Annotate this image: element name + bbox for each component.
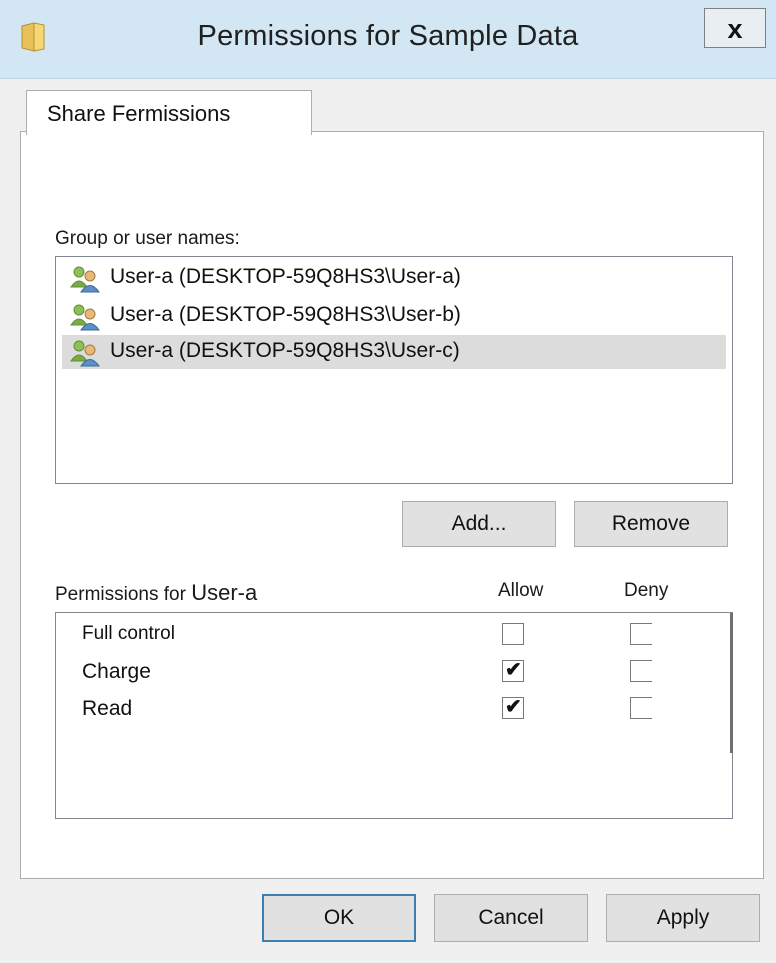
apply-button[interactable]: Apply bbox=[606, 894, 760, 942]
permissions-scrollbar[interactable] bbox=[730, 613, 733, 753]
deny-change-checkbox[interactable] bbox=[630, 660, 652, 682]
remove-button[interactable]: Remove bbox=[574, 501, 728, 547]
users-icon bbox=[68, 265, 104, 293]
deny-read-checkbox[interactable] bbox=[630, 697, 652, 719]
permission-name: Full control bbox=[82, 623, 175, 644]
tab-label: Share Fermissions bbox=[47, 101, 231, 126]
permission-name: Read bbox=[82, 697, 133, 720]
close-button[interactable]: x bbox=[704, 8, 766, 48]
add-button[interactable]: Add... bbox=[402, 501, 556, 547]
permissions-dialog: Permissions for Sample Data x Share Ferm… bbox=[0, 0, 776, 963]
allow-full-control-checkbox[interactable] bbox=[502, 623, 524, 645]
deny-full-control-checkbox[interactable] bbox=[630, 623, 652, 645]
cancel-button[interactable]: Cancel bbox=[434, 894, 588, 942]
list-item[interactable]: User-a (DESKTOP-59Q8HS3\User-b) bbox=[62, 299, 726, 333]
allow-change-checkbox[interactable]: ✔ bbox=[502, 659, 524, 682]
list-item[interactable]: User-a (DESKTOP-59Q8HS3\User-a) bbox=[62, 261, 726, 295]
users-icon bbox=[68, 339, 104, 367]
checkmark-icon: ✔ bbox=[505, 659, 522, 681]
title-bar: Permissions for Sample Data x bbox=[0, 0, 776, 79]
permissions-user: User-a bbox=[191, 580, 258, 605]
allow-read-checkbox[interactable]: ✔ bbox=[502, 696, 524, 719]
user-name: User-a (DESKTOP-59Q8HS3\User-c) bbox=[110, 339, 460, 362]
user-name: User-a (DESKTOP-59Q8HS3\User-b) bbox=[110, 303, 461, 326]
window-title: Permissions for Sample Data bbox=[197, 20, 579, 52]
permissions-for-label: Permissions for User-a bbox=[55, 580, 257, 606]
deny-header: Deny bbox=[624, 580, 669, 601]
checkmark-icon: ✔ bbox=[505, 696, 522, 718]
users-icon bbox=[68, 303, 104, 331]
permission-name: Charge bbox=[82, 660, 151, 683]
group-or-user-names-label: Group or user names: bbox=[55, 228, 240, 249]
allow-header: Allow bbox=[498, 580, 544, 601]
permissions-list: Full control Charge ✔ Read ✔ bbox=[55, 612, 733, 819]
user-name: User-a (DESKTOP-59Q8HS3\User-a) bbox=[110, 265, 461, 288]
permissions-for-prefix: Permissions for bbox=[55, 584, 186, 605]
list-item-selected[interactable]: User-a (DESKTOP-59Q8HS3\User-c) bbox=[62, 335, 726, 369]
ok-button[interactable]: OK bbox=[262, 894, 416, 942]
tab-share-permissions[interactable]: Share Fermissions bbox=[26, 90, 312, 135]
users-list[interactable]: User-a (DESKTOP-59Q8HS3\User-a) User-a (… bbox=[55, 256, 733, 484]
